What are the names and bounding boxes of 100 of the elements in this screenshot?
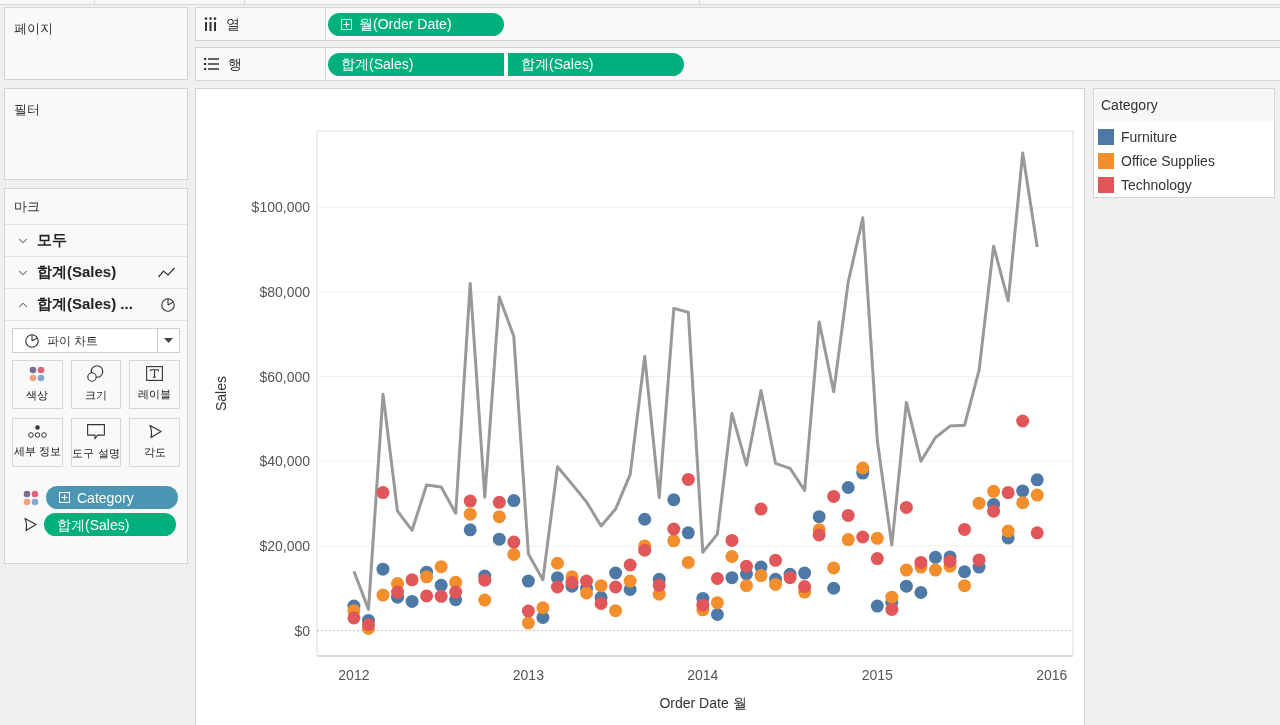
data-point: [492, 495, 506, 509]
data-point: [958, 565, 972, 579]
label-button[interactable]: 레이블: [129, 360, 180, 409]
data-point: [856, 530, 870, 544]
data-point: [943, 554, 957, 568]
data-point: [521, 604, 535, 618]
axis-tick-label: 2014: [687, 667, 719, 683]
data-point: [972, 553, 986, 567]
caret-icon: [164, 338, 173, 343]
tooltip-button[interactable]: 도구 설명: [70, 418, 122, 467]
data-point: [725, 571, 739, 585]
data-point: [434, 578, 448, 592]
data-point: [594, 579, 608, 593]
legend-label: Technology: [1121, 175, 1192, 195]
detail-button[interactable]: 세부 정보: [12, 418, 63, 467]
data-point: [1001, 486, 1015, 500]
axis-title: Order Date 월: [659, 695, 747, 711]
data-point: [434, 589, 448, 603]
mark-type-dropdown[interactable]: 파이 차트: [12, 328, 180, 353]
axis-tick-label: $80,000: [259, 283, 310, 300]
data-point: [1030, 488, 1044, 502]
data-point: [376, 486, 390, 500]
axis-tick-label: $60,000: [259, 368, 310, 385]
data-point: [725, 533, 739, 547]
data-point: [420, 589, 434, 603]
data-point: [885, 602, 899, 616]
color-dots-icon: [23, 489, 39, 506]
data-point: [521, 616, 535, 630]
data-point: [769, 577, 783, 591]
axis-tick-label: $40,000: [259, 453, 310, 470]
data-point: [899, 563, 913, 577]
data-point: [463, 494, 477, 508]
legend-title: Category: [1101, 96, 1158, 115]
data-point: [827, 489, 841, 503]
data-point: [376, 588, 390, 602]
shelf-label: 열: [226, 14, 240, 34]
data-point: [841, 481, 855, 494]
data-point: [521, 574, 535, 588]
data-point: [492, 532, 506, 546]
axis-tick-label: 2015: [861, 667, 893, 683]
data-point: [914, 555, 928, 569]
axis-tick-label: 2016: [1036, 667, 1068, 683]
data-point: [987, 504, 1001, 518]
data-point: [899, 579, 913, 593]
data-point: [652, 578, 666, 592]
data-point: [463, 507, 477, 521]
data-point: [769, 553, 783, 567]
data-point: [550, 580, 564, 594]
data-point: [958, 579, 972, 593]
axis-tick-label: 2013: [512, 667, 544, 683]
speech-bubble-icon: [87, 423, 105, 440]
data-point: [478, 573, 492, 587]
data-point: [856, 461, 870, 475]
data-point: [798, 580, 812, 594]
data-point: [972, 496, 986, 510]
data-point: [827, 561, 841, 575]
data-point: [739, 559, 753, 573]
angle-button[interactable]: 각도: [129, 418, 180, 467]
data-point: [798, 566, 812, 580]
data-point: [1016, 496, 1030, 510]
data-point: [507, 547, 521, 561]
data-point: [710, 572, 724, 585]
data-point: [536, 601, 550, 615]
axis-tick-label: $20,000: [259, 537, 310, 554]
color-button[interactable]: 색상: [12, 360, 63, 409]
data-point: [376, 562, 390, 576]
data-point: [667, 522, 681, 536]
data-point: [609, 566, 623, 580]
data-point: [841, 533, 855, 547]
data-point: [550, 556, 564, 570]
data-point: [681, 472, 695, 486]
mark-layer[interactable]: 모두: [5, 225, 187, 257]
data-point: [507, 494, 521, 508]
triangle-icon: [147, 424, 162, 440]
data-point: [812, 510, 826, 524]
data-point: [638, 512, 652, 526]
data-point: [928, 550, 942, 564]
data-point: [623, 574, 637, 588]
legend-label: Furniture: [1121, 127, 1178, 147]
axis-tick-label: 2012: [338, 667, 370, 683]
mark-layer[interactable]: 합계(Sales): [5, 257, 187, 289]
data-point: [754, 569, 768, 583]
mark-layer[interactable]: 합계(Sales) ...: [5, 289, 187, 321]
data-point: [681, 555, 695, 569]
legend-label: Office Supplies: [1121, 151, 1215, 171]
axis-tick-label: $0: [294, 622, 310, 639]
data-point: [841, 508, 855, 522]
data-point: [958, 522, 972, 536]
data-point: [812, 528, 826, 542]
data-point: [725, 550, 739, 563]
data-point: [507, 535, 521, 549]
size-button[interactable]: 크기: [70, 360, 122, 409]
data-point: [681, 526, 695, 540]
data-point: [696, 598, 710, 612]
panel-title: 필터: [14, 102, 40, 117]
line-chart-icon: [158, 267, 175, 278]
pie-chart-icon: [25, 333, 39, 348]
data-point: [594, 597, 608, 610]
data-point: [638, 543, 652, 557]
data-point: [1030, 526, 1044, 540]
